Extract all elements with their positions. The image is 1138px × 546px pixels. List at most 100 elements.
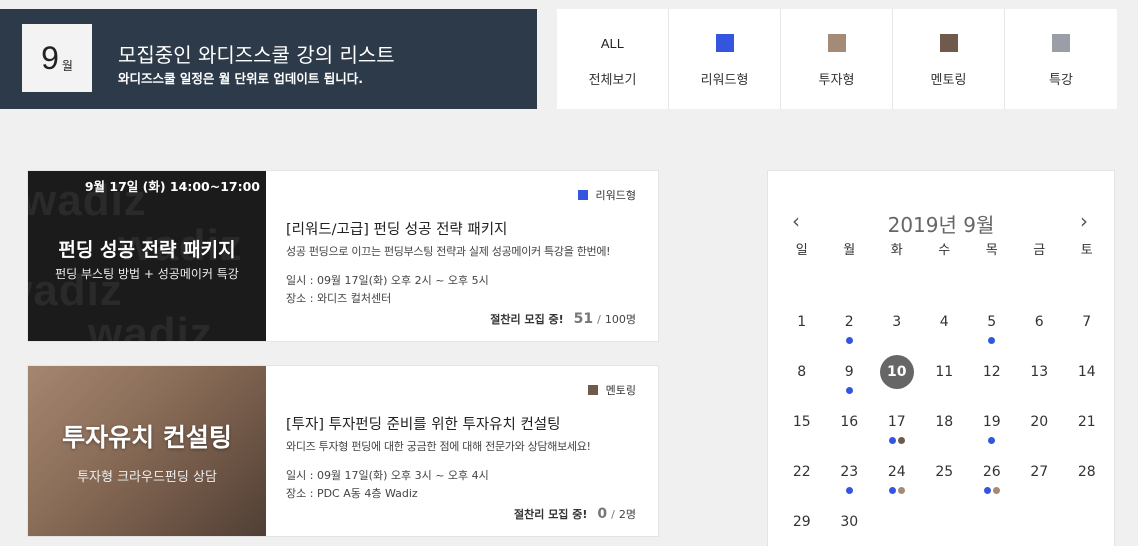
calendar-day[interactable]: 25 — [921, 461, 969, 511]
event-dot-icon — [888, 437, 896, 444]
day-number: 11 — [935, 364, 954, 380]
calendar-day[interactable]: 29 — [778, 511, 826, 546]
calendar-day[interactable]: 1 — [778, 311, 826, 361]
event-dots — [968, 437, 1016, 444]
calendar-day[interactable]: 13 — [1016, 361, 1064, 411]
calendar-day[interactable]: 19 — [968, 411, 1016, 461]
calendar-day[interactable]: 18 — [921, 411, 969, 461]
calendar-day[interactable]: 2 — [826, 311, 874, 361]
course-description: 와디즈 투자형 펀딩에 대한 궁금한 점에 대해 전문가와 상담해보세요! — [286, 440, 591, 453]
calendar-day[interactable]: 20 — [1016, 411, 1064, 461]
calendar-week: 1 2 3 4 5 6 7 — [778, 311, 1111, 361]
event-dots — [826, 387, 874, 394]
chevron-right-icon[interactable]: › — [1080, 209, 1088, 233]
category-tag: 멘토링 — [587, 382, 636, 398]
page-subtitle: 와디즈스쿨 일정은 월 단위로 업데이트 됩니다. — [118, 71, 364, 86]
calendar-day[interactable]: 11 — [921, 361, 969, 411]
course-card[interactable]: wadiz wadiz wadiz wadiz 9월 17일 (화) 14:00… — [27, 170, 659, 342]
category-filter-bar: ALL 전체보기 리워드형 투자형 멘토링 특강 — [557, 9, 1117, 109]
weekday-label: 일 — [795, 243, 808, 258]
thumbnail-subtitle: 투자형 크라우드펀딩 상담 — [77, 470, 217, 485]
calendar-day[interactable]: 27 — [1016, 461, 1064, 511]
page-title: 모집중인 와디즈스쿨 강의 리스트 — [118, 43, 395, 67]
calendar-day[interactable]: 7 — [1063, 311, 1111, 361]
calendar-day[interactable]: 21 — [1063, 411, 1111, 461]
calendar-day[interactable]: 15 — [778, 411, 826, 461]
course-card[interactable]: 투자유치 컨설팅 투자형 크라우드펀딩 상담 멘토링 [투자] 투자펀딩 준비를… — [27, 365, 659, 537]
month-unit: 월 — [61, 58, 73, 73]
day-number: 21 — [1077, 414, 1096, 430]
calendar-day[interactable]: 5 — [968, 311, 1016, 361]
calendar-day[interactable]: 17 — [873, 411, 921, 461]
event-dot-icon — [897, 487, 905, 494]
thumbnail-title: 펀딩 성공 전략 패키지 — [58, 239, 236, 261]
day-number: 10 — [879, 355, 914, 389]
day-number: 19 — [982, 414, 1001, 430]
filter-top — [1005, 33, 1117, 53]
weekday-label: 토 — [1080, 243, 1093, 258]
event-dots — [826, 487, 874, 494]
count-separator: / — [597, 313, 601, 326]
course-datetime: 일시 : 09월 17일(화) 오후 2시 ~ 오후 5시 — [286, 274, 489, 287]
calendar-day[interactable]: 16 — [826, 411, 874, 461]
enrollment-status: 절찬리 모집 중! 51 / 100명 — [490, 311, 636, 327]
calendar-day[interactable]: 30 — [826, 511, 874, 546]
weekday-header: 일월화수목금토 — [778, 239, 1111, 261]
watermark-text: wadiz — [88, 309, 213, 341]
calendar-title: 2019년 9월 — [887, 213, 995, 237]
day-number: 7 — [1082, 314, 1092, 330]
calendar-day[interactable]: 12 — [968, 361, 1016, 411]
thumbnail-date: 9월 17일 (화) 14:00~17:00 — [84, 179, 260, 194]
filter-all[interactable]: ALL 전체보기 — [557, 9, 669, 109]
filter-category-4[interactable]: 특강 — [1005, 9, 1117, 109]
calendar-day[interactable]: 26 — [968, 461, 1016, 511]
weekday-label: 금 — [1033, 243, 1046, 258]
calendar-day[interactable]: 24 — [873, 461, 921, 511]
event-dot-icon — [992, 487, 1000, 494]
course-datetime: 일시 : 09월 17일(화) 오후 3시 ~ 오후 4시 — [286, 469, 489, 482]
day-number: 18 — [935, 414, 954, 430]
day-number: 24 — [887, 464, 906, 480]
month-badge: 9 월 — [22, 24, 92, 92]
filter-label: 특강 — [1049, 73, 1073, 88]
calendar-day[interactable]: 3 — [873, 311, 921, 361]
filter-category-3[interactable]: 멘토링 — [893, 9, 1005, 109]
calendar-day[interactable]: 28 — [1063, 461, 1111, 511]
calendar-day[interactable]: 8 — [778, 361, 826, 411]
event-dot-icon — [897, 437, 905, 444]
day-number: 27 — [1030, 464, 1049, 480]
course-thumbnail[interactable]: wadiz wadiz wadiz wadiz 9월 17일 (화) 14:00… — [28, 171, 266, 341]
course-location: 장소 : 와디즈 컬처센터 — [286, 292, 392, 305]
day-number: 2 — [844, 314, 854, 330]
course-thumbnail[interactable]: 투자유치 컨설팅 투자형 크라우드펀딩 상담 — [28, 366, 266, 536]
filter-category-1[interactable]: 리워드형 — [669, 9, 781, 109]
calendar-week: 8 9 10 11 12 13 14 — [778, 355, 1111, 411]
calendar-day[interactable]: 10 — [873, 355, 921, 411]
calendar-day[interactable]: 14 — [1063, 361, 1111, 411]
course-location: 장소 : PDC A동 4층 Wadiz — [286, 487, 418, 500]
filter-label: 전체보기 — [588, 73, 637, 88]
calendar: ‹ 2019년 9월 › 일 월 화 수 목 금 토 1 2 3 4 5 6 7 8 9 10 11 12 13 14 1… — [767, 170, 1115, 546]
day-number: 3 — [892, 314, 902, 330]
calendar-week: 15 16 17 18 19 20 21 — [778, 411, 1111, 461]
calendar-day[interactable]: 9 — [826, 361, 874, 411]
calendar-day[interactable]: 23 — [826, 461, 874, 511]
filter-category-2[interactable]: 투자형 — [781, 9, 893, 109]
day-number: 17 — [887, 414, 906, 430]
course-title[interactable]: [리워드/고급] 펀딩 성공 전략 패키지 — [286, 218, 507, 239]
weekday-label: 월 — [843, 243, 856, 258]
day-number: 22 — [792, 464, 811, 480]
day-number: 4 — [939, 314, 949, 330]
event-dot-icon — [845, 487, 853, 494]
calendar-day[interactable]: 4 — [921, 311, 969, 361]
day-number: 9 — [844, 364, 854, 380]
weekday-label: 목 — [985, 243, 998, 258]
event-dot-icon — [988, 437, 996, 444]
calendar-day[interactable]: 22 — [778, 461, 826, 511]
calendar-day[interactable]: 6 — [1016, 311, 1064, 361]
weekday-label: 수 — [938, 243, 951, 258]
course-title[interactable]: [투자] 투자펀딩 준비를 위한 투자유치 컨설팅 — [286, 413, 560, 434]
filter-label: 멘토링 — [930, 73, 967, 88]
filter-top — [781, 33, 892, 53]
enrolled-count: 0 — [597, 506, 608, 522]
